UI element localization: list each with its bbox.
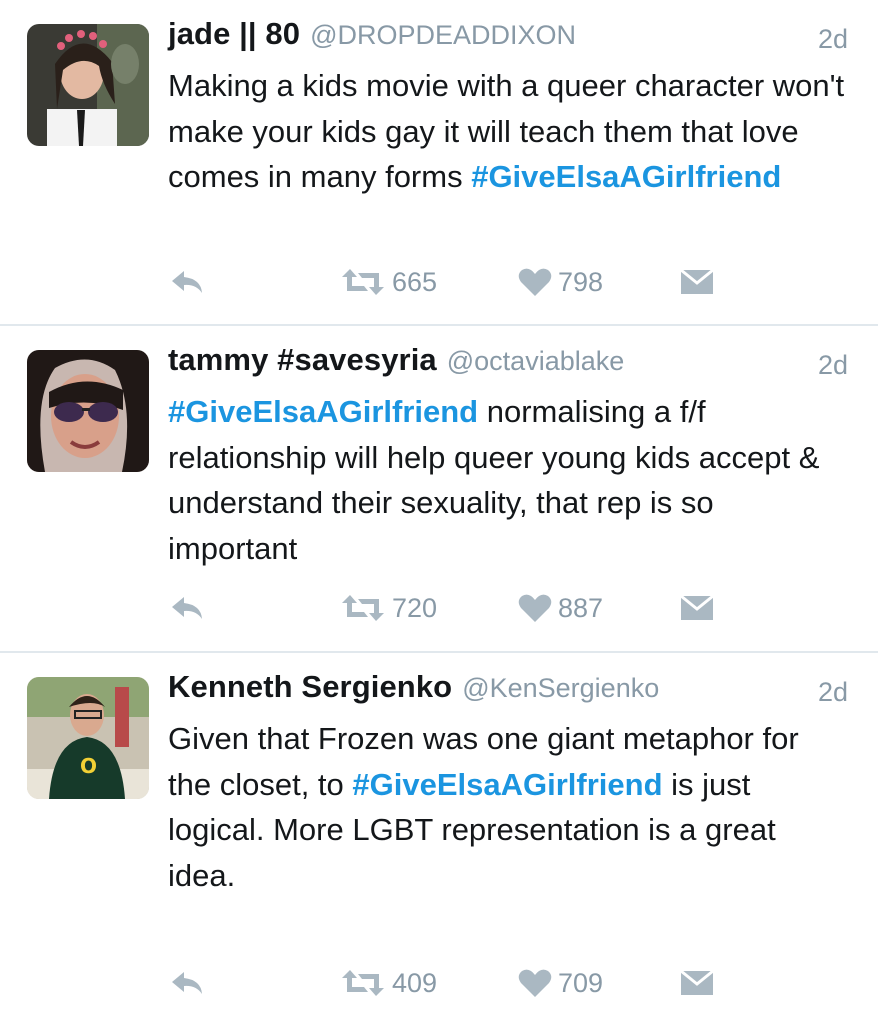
like-button[interactable]: 709 xyxy=(518,963,603,1003)
display-name[interactable]: tammy #savesyria xyxy=(168,342,437,377)
avatar[interactable] xyxy=(27,350,149,472)
avatar[interactable] xyxy=(27,24,149,146)
timestamp[interactable]: 2d xyxy=(818,350,848,381)
tweet-actions: 720 887 xyxy=(168,588,728,628)
like-button[interactable]: 887 xyxy=(518,588,603,628)
tweet-feed: jade || 80 @DROPDEADDIXON 2d Making a kid… xyxy=(0,0,878,1024)
reply-icon xyxy=(168,267,208,297)
svg-text:O: O xyxy=(80,754,97,778)
reply-icon xyxy=(168,593,208,623)
retweet-icon xyxy=(340,968,386,998)
user-handle[interactable]: @KenSergienko xyxy=(462,673,659,703)
hashtag-link[interactable]: #GiveElsaAGirlfriend xyxy=(168,394,478,429)
reply-icon xyxy=(168,968,208,998)
timestamp[interactable]: 2d xyxy=(818,24,848,55)
heart-icon xyxy=(518,267,552,297)
heart-icon xyxy=(518,593,552,623)
retweet-button[interactable]: 409 xyxy=(340,963,437,1003)
timestamp[interactable]: 2d xyxy=(818,677,848,708)
display-name[interactable]: jade || 80 xyxy=(168,16,300,51)
avatar[interactable]: O xyxy=(27,677,149,799)
direct-message-button[interactable] xyxy=(680,963,714,1003)
tweet-text: Making a kids movie with a queer charact… xyxy=(168,63,848,200)
retweet-icon xyxy=(340,267,386,297)
envelope-icon xyxy=(680,268,714,296)
tweet[interactable]: O Kenneth Sergienko @KenSergienko 2d Give… xyxy=(0,653,878,1024)
tweet-actions: 409 709 xyxy=(168,963,728,1003)
envelope-icon xyxy=(680,969,714,997)
tweet[interactable]: jade || 80 @DROPDEADDIXON 2d Making a kid… xyxy=(0,0,878,326)
reply-button[interactable] xyxy=(168,963,208,1003)
user-handle[interactable]: @DROPDEADDIXON xyxy=(310,20,576,50)
envelope-icon xyxy=(680,594,714,622)
tweet-text: #GiveElsaAGirlfriend normalising a f/f r… xyxy=(168,389,848,571)
direct-message-button[interactable] xyxy=(680,588,714,628)
retweet-icon xyxy=(340,593,386,623)
user-handle[interactable]: @octaviablake xyxy=(447,346,625,376)
display-name[interactable]: Kenneth Sergienko xyxy=(168,669,452,704)
like-button[interactable]: 798 xyxy=(518,262,603,302)
tweet[interactable]: tammy #savesyria @octaviablake 2d #GiveEl… xyxy=(0,326,878,653)
retweet-button[interactable]: 720 xyxy=(340,588,437,628)
hashtag-link[interactable]: #GiveElsaAGirlfriend xyxy=(352,767,662,802)
retweet-count: 665 xyxy=(392,266,438,297)
reply-button[interactable] xyxy=(168,262,208,302)
tweet-text: Given that Frozen was one giant metaphor… xyxy=(168,716,848,898)
like-count: 798 xyxy=(558,266,604,297)
like-count: 709 xyxy=(558,967,604,998)
direct-message-button[interactable] xyxy=(680,262,714,302)
reply-button[interactable] xyxy=(168,588,208,628)
tweet-actions: 665 798 xyxy=(168,262,728,302)
like-count: 887 xyxy=(558,592,604,623)
heart-icon xyxy=(518,968,552,998)
retweet-button[interactable]: 665 xyxy=(340,262,437,302)
hashtag-link[interactable]: #GiveElsaAGirlfriend xyxy=(471,159,781,194)
retweet-count: 720 xyxy=(392,592,438,623)
retweet-count: 409 xyxy=(392,967,438,998)
